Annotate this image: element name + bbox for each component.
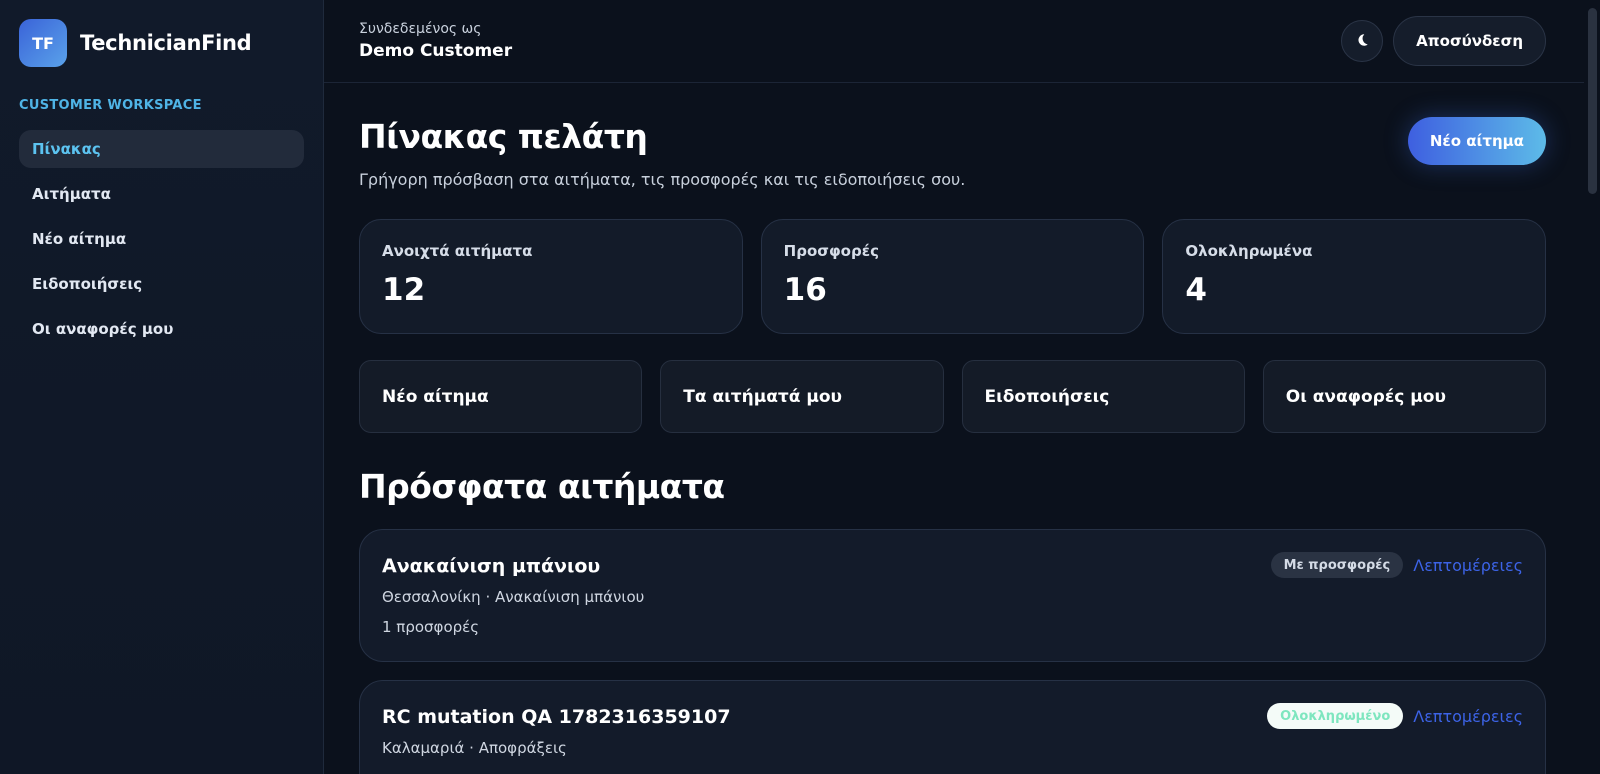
logout-button[interactable]: Αποσύνδεση [1393, 16, 1546, 66]
sidebar-item-label: Οι αναφορές μου [32, 320, 174, 338]
content: Πίνακας πελάτη Γρήγορη πρόσβαση στα αιτή… [324, 117, 1600, 774]
quick-link-new-request[interactable]: Νέο αίτημα [359, 360, 643, 433]
sidebar-item-label: Αιτήματα [32, 185, 111, 203]
brand-logo: TF [19, 19, 67, 67]
quick-link-notifications[interactable]: Ειδοποιήσεις [961, 360, 1245, 433]
signed-in-label: Συνδεδεμένος ως [359, 21, 482, 37]
moon-icon [1355, 32, 1369, 51]
sidebar-item-notifications[interactable]: Ειδοποιήσεις [19, 265, 304, 303]
request-meta: Καλαμαριά · Αποφράξεις [382, 739, 567, 757]
request-offers-count: 1 προσφορές [382, 618, 480, 636]
quick-links-row: Νέο αίτημα Τα αιτήματά μου Ειδοποιήσεις … [359, 360, 1546, 433]
recent-requests-title: Πρόσφατα αιτήματα [359, 467, 725, 506]
brand-name: TechnicianFind [80, 31, 252, 55]
details-link[interactable]: Λεπτομέρειες [1413, 707, 1523, 726]
page-subtitle: Γρήγορη πρόσβαση στα αιτήματα, τις προσφ… [359, 170, 966, 189]
status-badge: Ολοκληρωμένο [1267, 703, 1404, 729]
stat-card-completed: Ολοκληρωμένα 4 [1162, 219, 1547, 334]
request-card: Ανακαίνιση μπάνιου Θεσσαλονίκη · Ανακαίν… [359, 529, 1546, 662]
stats-row: Ανοιχτά αιτήματα 12 Προσφορές 16 Ολοκληρ… [359, 219, 1547, 334]
main-area: Συνδεδεμένος ως Demo Customer Αποσύνδεση… [324, 0, 1600, 774]
request-actions: Με προσφορές Λεπτομέρειες [1270, 552, 1523, 578]
scrollbar-thumb[interactable] [1588, 8, 1597, 194]
user-name: Demo Customer [359, 41, 513, 61]
details-link[interactable]: Λεπτομέρειες [1413, 556, 1523, 575]
quick-link-my-requests[interactable]: Τα αιτήματά μου [660, 360, 944, 433]
app-root: TF TechnicianFind CUSTOMER WORKSPACE Πίν… [0, 0, 1600, 774]
stat-label: Προσφορές [783, 242, 879, 260]
top-actions: Αποσύνδεση [1341, 16, 1546, 66]
signed-in-info: Συνδεδεμένος ως Demo Customer [359, 21, 512, 61]
stat-value: 16 [783, 272, 827, 308]
new-request-button[interactable]: Νέο αίτημα [1407, 117, 1546, 165]
sidebar-item-dashboard[interactable]: Πίνακας [19, 130, 304, 168]
request-card: RC mutation QA 1782316359107 Καλαμαριά ·… [359, 680, 1546, 774]
page-title: Πίνακας πελάτη [359, 117, 648, 156]
brand[interactable]: TF TechnicianFind [19, 19, 304, 67]
status-badge: Με προσφορές [1270, 552, 1404, 578]
sidebar-item-label: Πίνακας [32, 140, 101, 158]
scrollbar[interactable] [1584, 0, 1600, 774]
sidebar-item-label: Νέο αίτημα [32, 230, 127, 248]
request-actions: Ολοκληρωμένο Λεπτομέρειες [1267, 703, 1523, 729]
request-meta: Θεσσαλονίκη · Ανακαίνιση μπάνιου [382, 588, 645, 606]
sidebar-item-label: Ειδοποιήσεις [32, 275, 143, 293]
sidebar-item-requests[interactable]: Αιτήματα [19, 175, 304, 213]
sidebar-item-new-request[interactable]: Νέο αίτημα [19, 220, 304, 258]
stat-value: 4 [1185, 272, 1207, 308]
stat-label: Ανοιχτά αιτήματα [382, 242, 533, 260]
stat-card-offers: Προσφορές 16 [760, 219, 1145, 334]
workspace-label: CUSTOMER WORKSPACE [19, 98, 202, 113]
stat-card-open-requests: Ανοιχτά αιτήματα 12 [359, 219, 743, 334]
quick-link-my-reports[interactable]: Οι αναφορές μου [1262, 360, 1546, 433]
stat-label: Ολοκληρωμένα [1185, 242, 1313, 260]
theme-toggle-button[interactable] [1341, 20, 1384, 62]
sidebar: TF TechnicianFind CUSTOMER WORKSPACE Πίν… [0, 0, 324, 774]
topbar: Συνδεδεμένος ως Demo Customer Αποσύνδεση [324, 0, 1600, 83]
sidebar-nav: Πίνακας Αιτήματα Νέο αίτημα Ειδοποιήσεις… [19, 130, 304, 349]
page-header: Πίνακας πελάτη Γρήγορη πρόσβαση στα αιτή… [359, 117, 1546, 189]
stat-value: 12 [382, 272, 426, 308]
sidebar-item-my-reports[interactable]: Οι αναφορές μου [19, 310, 304, 348]
